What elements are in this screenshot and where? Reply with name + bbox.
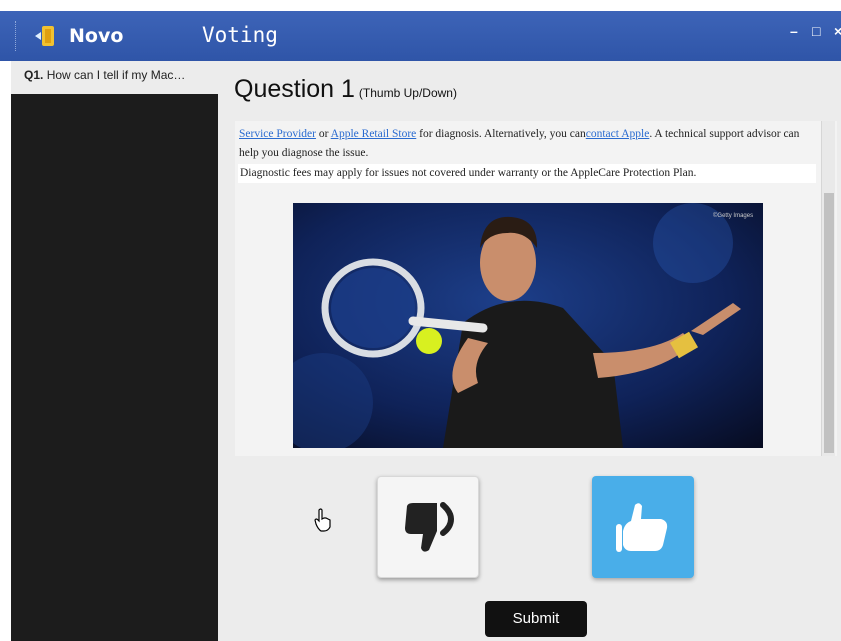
minimize-button[interactable]: –: [790, 23, 798, 39]
contact-apple-link[interactable]: contact Apple: [586, 128, 650, 140]
question-panel: Question 1 (Thumb Up/Down) Service Provid…: [218, 61, 841, 641]
question-label: How can I tell if my Mac…: [46, 68, 186, 82]
scrollbar-thumb[interactable]: [824, 193, 834, 453]
question-content[interactable]: Service Provider or Apple Retail Store f…: [235, 121, 837, 456]
hand-cursor-icon: [314, 508, 331, 532]
question-list: Q1. How can I tell if my Mac…: [11, 61, 218, 641]
apple-retail-store-link[interactable]: Apple Retail Store: [331, 128, 417, 140]
doc-text: or: [315, 128, 331, 140]
novo-logo-icon: [35, 26, 54, 46]
question-type: (Thumb Up/Down): [358, 86, 457, 100]
question-number: Q1.: [24, 68, 44, 82]
diagnostic-fees-note: Diagnostic fees may apply for issues not…: [238, 164, 816, 183]
thumb-up-button[interactable]: [592, 476, 694, 578]
tennis-player-photo: ©Getty Images: [293, 203, 763, 448]
window-title: Voting: [202, 23, 278, 47]
title-bar[interactable]: Novo Voting – □ ×: [0, 11, 841, 61]
sidebar-item-q1[interactable]: Q1. How can I tell if my Mac…: [11, 61, 218, 94]
close-button[interactable]: ×: [834, 23, 841, 39]
page-title: Question 1 (Thumb Up/Down): [234, 75, 457, 104]
thumb-down-button[interactable]: [377, 476, 479, 578]
question-title: Question 1: [234, 75, 355, 103]
drag-grip[interactable]: [15, 21, 18, 51]
submit-button[interactable]: Submit: [485, 601, 587, 637]
app-name: Novo: [69, 25, 124, 47]
service-provider-link[interactable]: Service Provider: [239, 128, 316, 140]
thumb-down-icon: [405, 502, 455, 552]
document-paragraph: Service Provider or Apple Retail Store f…: [239, 125, 813, 163]
doc-text: for diagnosis. Alternatively, you can: [416, 128, 586, 140]
content-scrollbar[interactable]: [821, 121, 835, 456]
maximize-button[interactable]: □: [812, 23, 820, 39]
thumb-up-icon: [616, 503, 668, 552]
photo-credit: ©Getty Images: [713, 212, 753, 219]
